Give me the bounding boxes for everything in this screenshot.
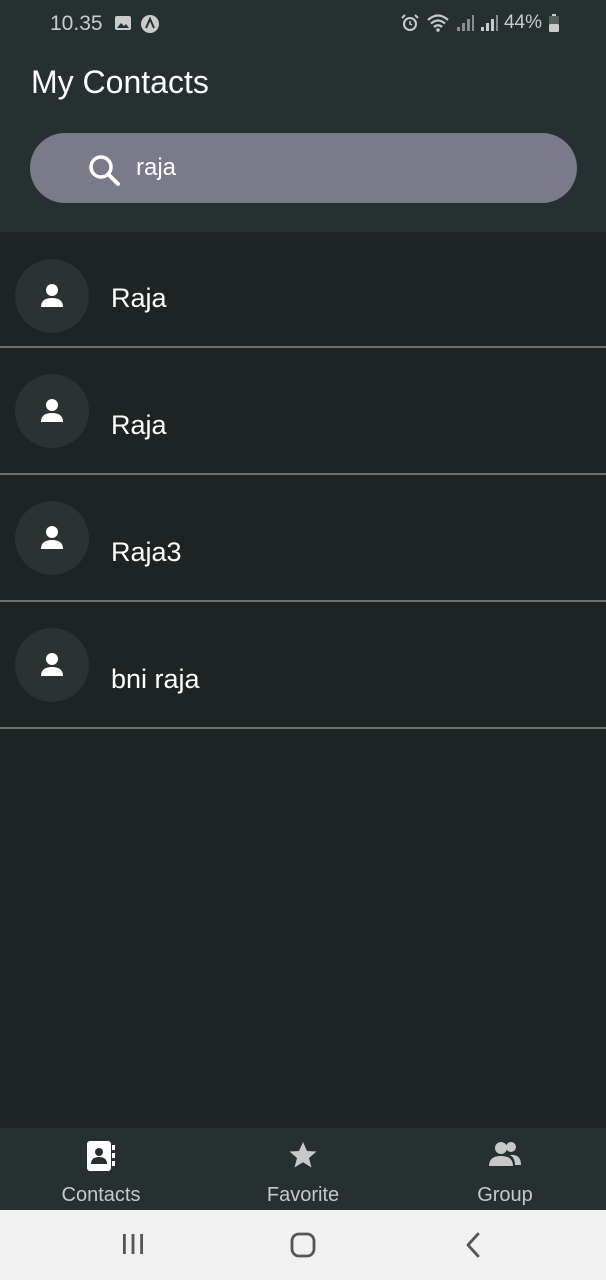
- nav-label: Favorite: [266, 1184, 340, 1206]
- avatar: [15, 501, 89, 575]
- avatar: [15, 374, 89, 448]
- back-icon[interactable]: [463, 1232, 483, 1258]
- person-icon: [41, 284, 63, 307]
- app-header: 10.35 44% My Contacts raja: [0, 0, 606, 232]
- contact-row[interactable]: Raja: [0, 233, 606, 348]
- contact-name: bni raja: [111, 664, 200, 694]
- alarm-icon: [401, 14, 419, 31]
- search-input[interactable]: [136, 151, 556, 185]
- nav-label: Contacts: [61, 1184, 141, 1206]
- contact-list: Raja Raja Raja3 bni raja: [0, 233, 606, 729]
- bottom-nav: Contacts Favorite Group: [0, 1128, 606, 1210]
- signal-icon: [456, 15, 474, 31]
- group-icon: [489, 1142, 521, 1166]
- battery-icon: [549, 14, 559, 32]
- person-icon: [41, 399, 63, 422]
- status-bar: 10.35 44%: [0, 0, 606, 48]
- contact-name: Raja: [111, 410, 167, 440]
- nav-item-favorite[interactable]: Favorite: [202, 1128, 404, 1210]
- nav-label: Group: [477, 1184, 533, 1206]
- recents-icon[interactable]: [121, 1232, 145, 1256]
- contact-book-icon: [87, 1141, 115, 1171]
- star-icon: [289, 1142, 317, 1168]
- avatar: [15, 259, 89, 333]
- image-icon: [115, 16, 131, 30]
- search-icon[interactable]: [87, 153, 121, 187]
- status-right-icons: 44%: [400, 12, 560, 34]
- contact-row[interactable]: bni raja: [0, 602, 606, 729]
- signal-icon: [480, 15, 498, 31]
- status-left-icons: [114, 14, 160, 34]
- page-title: My Contacts: [31, 64, 209, 100]
- contact-name: Raja: [111, 283, 167, 313]
- nav-item-group[interactable]: Group: [404, 1128, 606, 1210]
- wifi-icon: [427, 14, 449, 32]
- contact-row[interactable]: Raja3: [0, 475, 606, 602]
- contact-name: Raja3: [111, 537, 182, 567]
- nav-item-contacts[interactable]: Contacts: [0, 1128, 202, 1210]
- search-bar[interactable]: [30, 133, 577, 203]
- battery-percentage: 44%: [503, 12, 542, 33]
- contact-row[interactable]: Raja: [0, 348, 606, 475]
- home-icon[interactable]: [290, 1232, 316, 1258]
- app-icon: [141, 15, 159, 33]
- system-navigation-bar: [0, 1210, 606, 1280]
- avatar: [15, 628, 89, 702]
- person-icon: [41, 526, 63, 549]
- status-time: 10.35: [50, 12, 103, 35]
- person-icon: [41, 653, 63, 676]
